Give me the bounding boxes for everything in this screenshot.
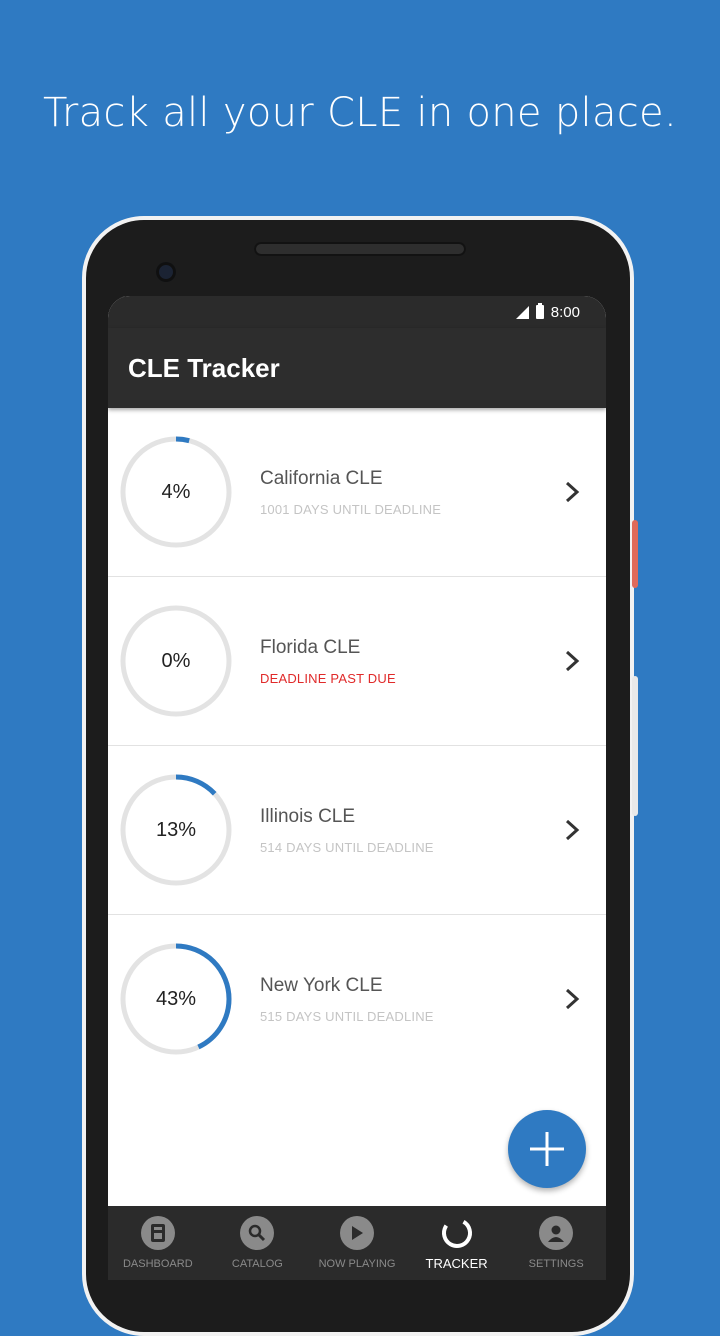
status-time: 8:00 <box>550 303 580 321</box>
progress-percent: 43% <box>155 987 197 1010</box>
play-icon <box>339 1216 374 1250</box>
deadline-status: 514 DAYS UNTIL DEADLINE <box>260 840 434 855</box>
speaker-grille <box>254 242 466 256</box>
nav-label: DASHBOARD <box>122 1258 193 1270</box>
plus-icon <box>530 1132 564 1166</box>
page-title: CLE Tracker <box>128 352 280 383</box>
battery-icon <box>535 303 544 319</box>
tracker-title: Illinois CLE <box>260 806 356 827</box>
nav-now-playing[interactable]: NOW PLAYING <box>307 1206 407 1280</box>
tracker-row-california[interactable]: 4% California CLE 1001 DAYS UNTIL DEADLI… <box>108 408 606 577</box>
nav-dashboard[interactable]: DASHBOARD <box>108 1206 208 1280</box>
status-bar: 8:00 <box>108 296 606 328</box>
nav-catalog[interactable]: CATALOG <box>208 1206 308 1280</box>
nav-label: CATALOG <box>231 1258 283 1270</box>
chevron-right-icon <box>565 650 580 672</box>
tracker-row-new-york[interactable]: 43% New York CLE 515 DAYS UNTIL DEADLINE <box>108 915 606 1083</box>
power-button <box>632 520 638 588</box>
tracker-row-illinois[interactable]: 13% Illinois CLE 514 DAYS UNTIL DEADLINE <box>108 746 606 915</box>
tracker-list: 4% California CLE 1001 DAYS UNTIL DEADLI… <box>108 408 606 1083</box>
app-bar: CLE Tracker <box>108 328 606 408</box>
nav-label: NOW PLAYING <box>318 1258 396 1270</box>
progress-percent: 13% <box>155 818 197 841</box>
signal-icon <box>515 305 529 319</box>
tracker-title: Florida CLE <box>260 637 361 658</box>
tracker-title: California CLE <box>260 468 383 489</box>
chevron-right-icon <box>565 819 580 841</box>
app-screen: 8:00 CLE Tracker 4% California CLE 1001 … <box>108 296 606 1280</box>
nav-label: SETTINGS <box>528 1258 584 1270</box>
nav-settings[interactable]: SETTINGS <box>506 1206 606 1280</box>
tracker-title: New York CLE <box>260 975 383 996</box>
dashboard-icon <box>140 1216 175 1250</box>
deadline-status: DEADLINE PAST DUE <box>260 671 396 686</box>
deadline-status: 515 DAYS UNTIL DEADLINE <box>260 1009 434 1024</box>
person-icon <box>539 1216 574 1250</box>
tracker-row-florida[interactable]: 0% Florida CLE DEADLINE PAST DUE <box>108 577 606 746</box>
chevron-right-icon <box>565 481 580 503</box>
chevron-right-icon <box>565 988 580 1010</box>
nav-tracker[interactable]: TRACKER <box>407 1206 507 1280</box>
search-icon <box>240 1216 275 1250</box>
progress-percent: 4% <box>161 480 191 503</box>
tracker-ring-icon <box>440 1216 474 1250</box>
deadline-status: 1001 DAYS UNTIL DEADLINE <box>260 502 442 517</box>
nav-label: TRACKER <box>425 1256 488 1271</box>
volume-button <box>632 676 638 816</box>
add-tracker-button[interactable] <box>508 1110 586 1188</box>
camera-icon <box>156 262 176 282</box>
headline: Track all your CLE in one place. <box>43 90 677 136</box>
bottom-nav: DASHBOARD CATALOG NOW PLAYING TRACKER SE… <box>108 1206 606 1280</box>
progress-percent: 0% <box>161 649 191 672</box>
